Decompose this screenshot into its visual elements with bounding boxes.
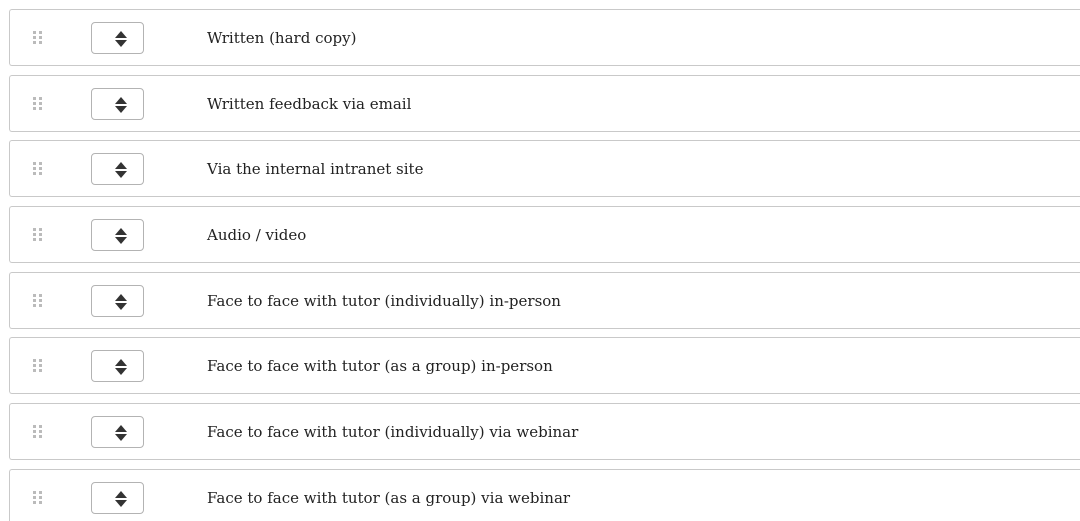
- drag-handle-icon[interactable]: [32, 30, 44, 46]
- item-label: Audio / video: [207, 226, 307, 244]
- sort-arrows-icon: [114, 227, 128, 245]
- drag-handle-icon[interactable]: [32, 161, 44, 177]
- item-label: Face to face with tutor (as a group) via…: [207, 489, 571, 507]
- item-label: Written feedback via email: [207, 95, 412, 113]
- ranking-item[interactable]: Written (hard copy): [9, 9, 1080, 66]
- ranking-item[interactable]: Written feedback via email: [9, 75, 1080, 132]
- drag-handle-icon[interactable]: [32, 424, 44, 440]
- drag-handle-icon[interactable]: [32, 358, 44, 374]
- item-label: Face to face with tutor (individually) v…: [207, 423, 579, 441]
- sort-arrows-icon: [114, 293, 128, 311]
- sort-arrows-icon: [114, 358, 128, 376]
- ranking-item[interactable]: Audio / video: [9, 206, 1080, 263]
- rank-select[interactable]: [91, 482, 144, 514]
- ranking-item[interactable]: Face to face with tutor (individually) v…: [9, 403, 1080, 460]
- rank-select[interactable]: [91, 350, 144, 382]
- item-label: Face to face with tutor (individually) i…: [207, 292, 561, 310]
- item-label: Via the internal intranet site: [207, 160, 424, 178]
- rank-select[interactable]: [91, 285, 144, 317]
- ranking-item[interactable]: Via the internal intranet site: [9, 140, 1080, 197]
- rank-select[interactable]: [91, 88, 144, 120]
- drag-handle-icon[interactable]: [32, 490, 44, 506]
- rank-select[interactable]: [91, 153, 144, 185]
- rank-select[interactable]: [91, 219, 144, 251]
- ranking-list: Written (hard copy) Written feedback via…: [0, 0, 1080, 521]
- sort-arrows-icon: [114, 161, 128, 179]
- sort-arrows-icon: [114, 30, 128, 48]
- drag-handle-icon[interactable]: [32, 293, 44, 309]
- item-label: Written (hard copy): [207, 29, 357, 47]
- drag-handle-icon[interactable]: [32, 227, 44, 243]
- item-label: Face to face with tutor (as a group) in-…: [207, 357, 553, 375]
- ranking-item[interactable]: Face to face with tutor (individually) i…: [9, 272, 1080, 329]
- drag-handle-icon[interactable]: [32, 96, 44, 112]
- rank-select[interactable]: [91, 22, 144, 54]
- rank-select[interactable]: [91, 416, 144, 448]
- ranking-item[interactable]: Face to face with tutor (as a group) via…: [9, 469, 1080, 521]
- ranking-item[interactable]: Face to face with tutor (as a group) in-…: [9, 337, 1080, 394]
- sort-arrows-icon: [114, 424, 128, 442]
- sort-arrows-icon: [114, 490, 128, 508]
- sort-arrows-icon: [114, 96, 128, 114]
